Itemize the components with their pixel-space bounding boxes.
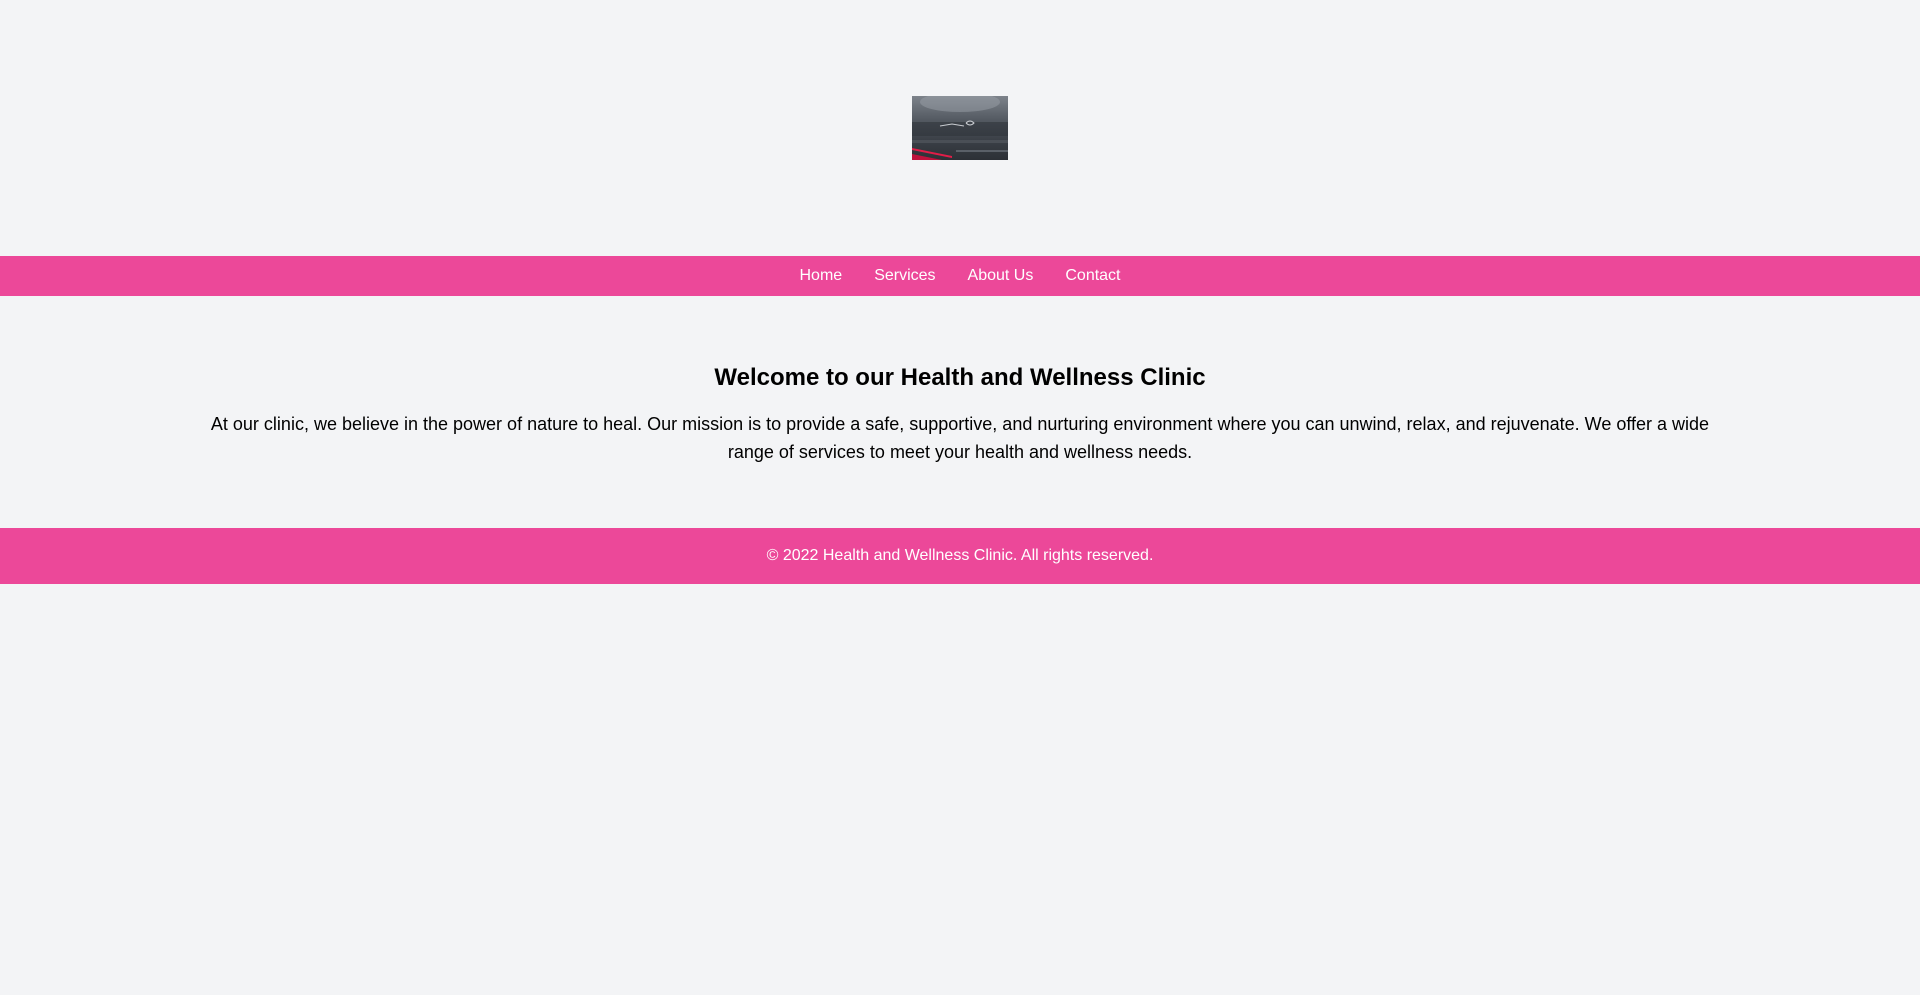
nav-contact-link[interactable]: Contact	[1065, 256, 1120, 296]
main-content: Welcome to our Health and Wellness Clini…	[0, 296, 1920, 466]
nav-services-link[interactable]: Services	[874, 256, 935, 296]
logo-image[interactable]	[912, 96, 1008, 160]
site-header	[0, 0, 1920, 256]
logo-graphic	[912, 96, 1008, 160]
nav-home-link[interactable]: Home	[800, 256, 843, 296]
site-footer: © 2022 Health and Wellness Clinic. All r…	[0, 528, 1920, 584]
main-navigation: Home Services About Us Contact	[0, 256, 1920, 296]
nav-about-us-link[interactable]: About Us	[968, 256, 1034, 296]
copyright-text: © 2022 Health and Wellness Clinic. All r…	[766, 547, 1154, 564]
welcome-heading: Welcome to our Health and Wellness Clini…	[714, 364, 1206, 391]
welcome-paragraph: At our clinic, we believe in the power o…	[210, 414, 1710, 462]
